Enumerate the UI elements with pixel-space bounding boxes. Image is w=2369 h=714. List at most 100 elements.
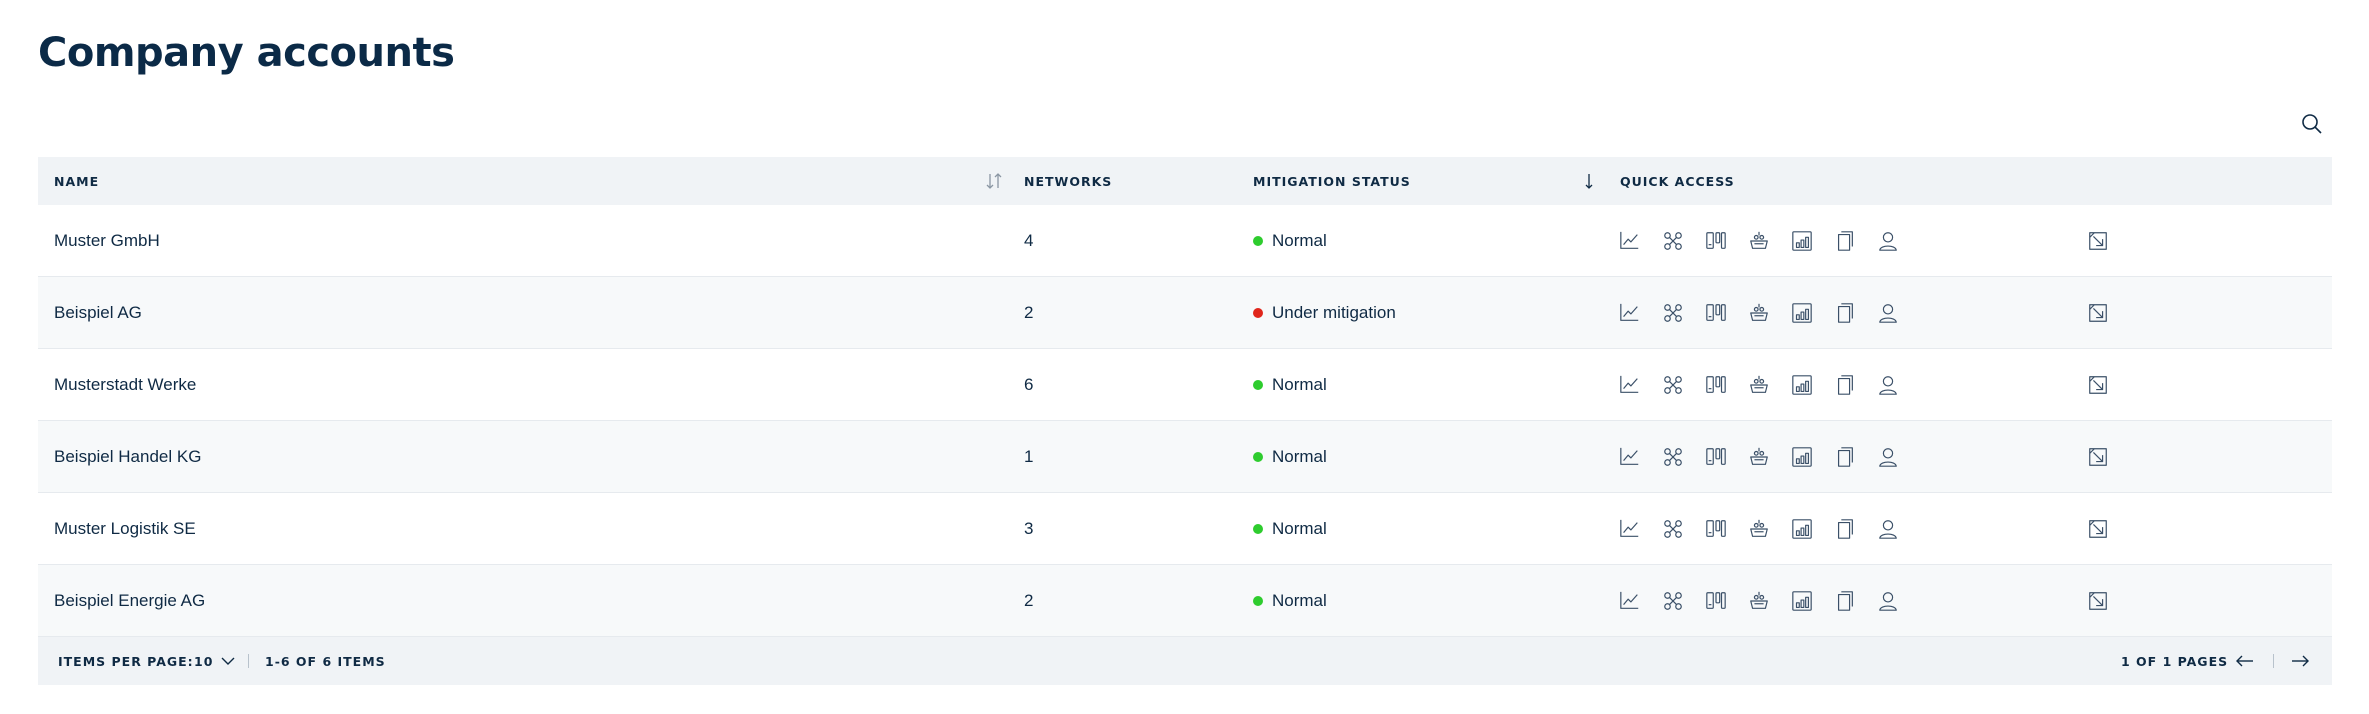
search-button[interactable] — [2298, 110, 2326, 138]
mitigation-button[interactable] — [1747, 373, 1771, 397]
chart-line-button[interactable] — [1618, 373, 1642, 397]
user-button[interactable] — [1876, 229, 1900, 253]
devices-button[interactable] — [1704, 229, 1728, 253]
devices-icon — [1706, 448, 1726, 465]
table-row[interactable]: Beispiel Energie AG 2 Normal — [38, 565, 2332, 637]
items-per-page-label: ITEMS PER PAGE: — [58, 653, 194, 669]
column-header-name[interactable]: NAME — [54, 157, 99, 205]
report-button[interactable] — [1790, 301, 1814, 325]
open-external-icon — [2089, 232, 2107, 250]
devices-icon — [1706, 592, 1726, 609]
chart-line-button[interactable] — [1618, 229, 1642, 253]
sort-updown-icon[interactable] — [984, 171, 1004, 191]
status-dot-icon — [1253, 236, 1263, 246]
open-external-button[interactable] — [2086, 229, 2110, 253]
document-icon — [1837, 447, 1853, 467]
chart-line-button[interactable] — [1618, 301, 1642, 325]
user-button[interactable] — [1876, 301, 1900, 325]
network-button[interactable] — [1661, 373, 1685, 397]
chart-line-icon — [1620, 591, 1639, 609]
document-button[interactable] — [1833, 229, 1857, 253]
status-label: Under mitigation — [1272, 303, 1396, 322]
document-button[interactable] — [1833, 373, 1857, 397]
chart-line-button[interactable] — [1618, 445, 1642, 469]
mitigation-button[interactable] — [1747, 517, 1771, 541]
open-external-button[interactable] — [2086, 517, 2110, 541]
company-name[interactable]: Beispiel AG — [54, 277, 142, 349]
chart-line-button[interactable] — [1618, 589, 1642, 613]
status-dot-icon — [1253, 452, 1263, 462]
devices-button[interactable] — [1704, 373, 1728, 397]
document-button[interactable] — [1833, 517, 1857, 541]
document-button[interactable] — [1833, 445, 1857, 469]
document-button[interactable] — [1833, 589, 1857, 613]
mitigation-button[interactable] — [1747, 445, 1771, 469]
company-name[interactable]: Musterstadt Werke — [54, 349, 196, 421]
table-row[interactable]: Musterstadt Werke 6 Normal — [38, 349, 2332, 421]
network-button[interactable] — [1661, 445, 1685, 469]
mitigation-icon — [1750, 591, 1768, 609]
column-header-networks[interactable]: NETWORKS — [1024, 157, 1112, 205]
user-button[interactable] — [1876, 517, 1900, 541]
table-row[interactable]: Muster Logistik SE 3 Normal — [38, 493, 2332, 565]
next-page-button[interactable] — [2291, 637, 2309, 685]
report-icon — [1792, 447, 1812, 467]
report-icon — [1792, 375, 1812, 395]
report-button[interactable] — [1790, 445, 1814, 469]
user-button[interactable] — [1876, 373, 1900, 397]
company-accounts-table: NAME NETWORKS MITIGATION STATUS QUICK AC… — [38, 157, 2332, 685]
company-name[interactable]: Muster Logistik SE — [54, 493, 196, 565]
user-icon — [1879, 448, 1897, 467]
mitigation-status: Normal — [1253, 565, 1327, 637]
devices-button[interactable] — [1704, 445, 1728, 469]
user-button[interactable] — [1876, 589, 1900, 613]
table-row[interactable]: Beispiel AG 2 Under mitigation — [38, 277, 2332, 349]
prev-page-button[interactable] — [2236, 637, 2254, 685]
chart-line-button[interactable] — [1618, 517, 1642, 541]
mitigation-status: Normal — [1253, 349, 1327, 421]
footer-divider — [2273, 654, 2274, 668]
items-per-page-value: 10 — [194, 653, 214, 669]
table-header: NAME NETWORKS MITIGATION STATUS QUICK AC… — [38, 157, 2332, 205]
table-row[interactable]: Muster GmbH 4 Normal — [38, 205, 2332, 277]
company-name[interactable]: Beispiel Handel KG — [54, 421, 201, 493]
open-external-button[interactable] — [2086, 589, 2110, 613]
mitigation-icon — [1750, 519, 1768, 537]
open-external-button[interactable] — [2086, 445, 2110, 469]
company-name[interactable]: Beispiel Energie AG — [54, 565, 205, 637]
network-button[interactable] — [1661, 229, 1685, 253]
document-button[interactable] — [1833, 301, 1857, 325]
sort-down-icon[interactable] — [1579, 171, 1599, 191]
open-external-button[interactable] — [2086, 373, 2110, 397]
mitigation-button[interactable] — [1747, 229, 1771, 253]
status-dot-icon — [1253, 524, 1263, 534]
report-button[interactable] — [1790, 229, 1814, 253]
networks-count: 2 — [1024, 591, 1034, 610]
table-row[interactable]: Beispiel Handel KG 1 Normal — [38, 421, 2332, 493]
devices-icon — [1706, 232, 1726, 249]
company-name[interactable]: Muster GmbH — [54, 205, 160, 277]
report-button[interactable] — [1790, 373, 1814, 397]
network-icon — [1664, 304, 1682, 322]
report-button[interactable] — [1790, 589, 1814, 613]
devices-icon — [1706, 304, 1726, 321]
mitigation-button[interactable] — [1747, 301, 1771, 325]
column-header-mitigation-status[interactable]: MITIGATION STATUS — [1253, 157, 1411, 205]
network-button[interactable] — [1661, 301, 1685, 325]
open-external-button[interactable] — [2086, 301, 2110, 325]
open-external-icon — [2089, 448, 2107, 466]
user-icon — [1879, 376, 1897, 395]
network-icon — [1664, 592, 1682, 610]
network-icon — [1664, 448, 1682, 466]
network-button[interactable] — [1661, 517, 1685, 541]
devices-button[interactable] — [1704, 589, 1728, 613]
items-per-page-select[interactable]: 10 — [194, 637, 235, 685]
report-button[interactable] — [1790, 517, 1814, 541]
network-button[interactable] — [1661, 589, 1685, 613]
user-icon — [1879, 520, 1897, 539]
mitigation-button[interactable] — [1747, 589, 1771, 613]
status-dot-icon — [1253, 596, 1263, 606]
devices-button[interactable] — [1704, 301, 1728, 325]
devices-button[interactable] — [1704, 517, 1728, 541]
user-button[interactable] — [1876, 445, 1900, 469]
